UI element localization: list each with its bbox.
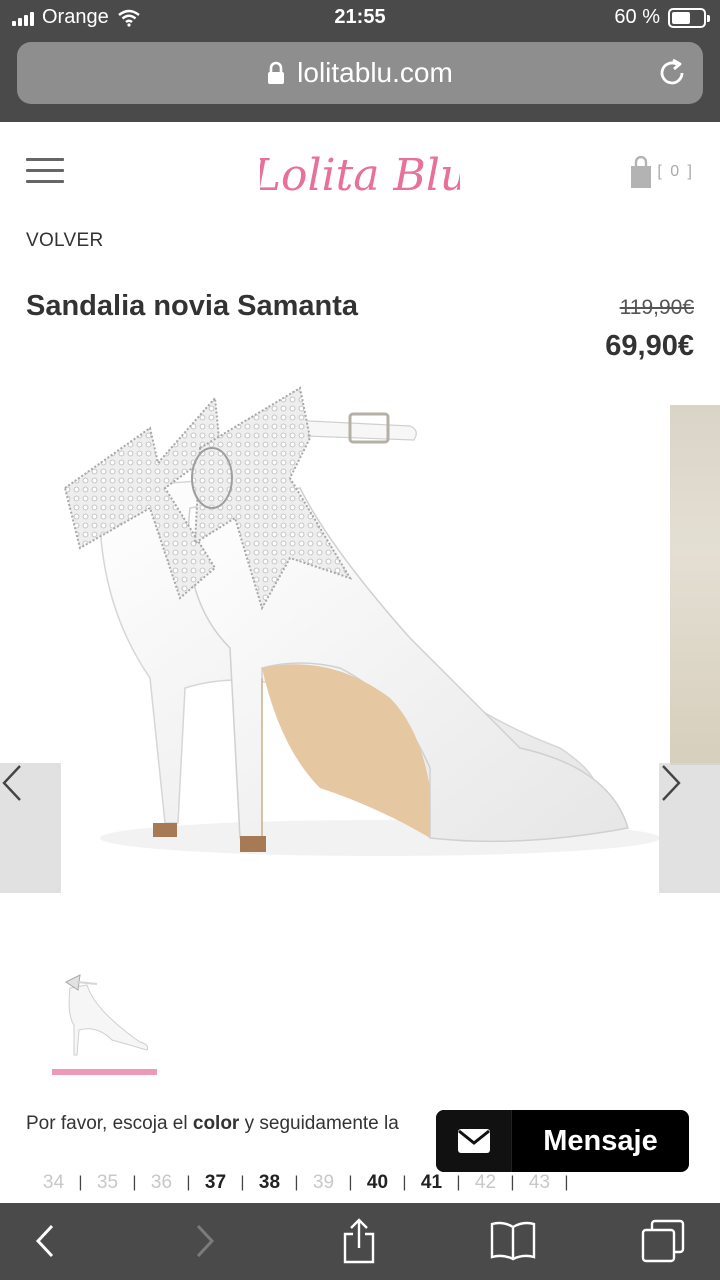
size-divider: | — [186, 1174, 191, 1191]
status-bar: Orange 21:55 60 % — [0, 0, 720, 38]
size-option-38[interactable]: 38 — [256, 1172, 283, 1194]
tabs-icon — [641, 1219, 685, 1263]
battery-group: 60 % — [614, 6, 710, 29]
message-button[interactable]: Mensaje — [436, 1110, 689, 1172]
cart-button[interactable]: [ 0 ] — [631, 156, 694, 188]
browser-forward-button[interactable] — [180, 1215, 230, 1267]
url-text: lolitablu.com — [297, 57, 453, 88]
tabs-button[interactable] — [636, 1215, 690, 1267]
size-option-43: 43 — [528, 1172, 551, 1193]
size-divider: | — [132, 1174, 137, 1191]
chevron-right-icon — [196, 1224, 215, 1258]
product-gallery[interactable] — [0, 368, 720, 928]
product-thumbnail[interactable] — [52, 970, 157, 1075]
size-divider: | — [78, 1174, 83, 1191]
message-button-label: Mensaje — [543, 1124, 658, 1157]
reload-icon[interactable] — [655, 56, 689, 90]
book-icon — [490, 1221, 536, 1261]
size-divider: | — [240, 1174, 245, 1191]
sale-price: 69,90€ — [605, 330, 694, 362]
address-bar[interactable]: lolitablu.com — [17, 42, 703, 104]
back-link[interactable]: VOLVER — [26, 230, 103, 252]
size-divider: | — [456, 1174, 461, 1191]
gallery-prev-button[interactable] — [0, 763, 61, 893]
browser-toolbar — [0, 1203, 720, 1280]
size-option-39: 39 — [312, 1172, 335, 1193]
share-button[interactable] — [334, 1215, 384, 1267]
url-display[interactable]: lolitablu.com — [17, 42, 703, 104]
clock: 21:55 — [334, 6, 386, 28]
size-divider: | — [510, 1174, 515, 1191]
site-header: Lolita Blu [ 0 ] — [0, 122, 720, 222]
browser-chrome: lolitablu.com — [0, 38, 720, 122]
size-divider: | — [348, 1174, 353, 1191]
size-divider: | — [294, 1174, 299, 1191]
chevron-left-icon — [35, 1224, 54, 1258]
chevron-left-icon — [2, 765, 21, 801]
size-divider: | — [564, 1174, 569, 1191]
thumbnail-active-indicator — [52, 1069, 157, 1075]
envelope-icon — [436, 1110, 512, 1172]
size-divider: | — [402, 1174, 407, 1191]
size-option-41[interactable]: 41 — [418, 1172, 445, 1194]
product-title: Sandalia novia Samanta — [26, 290, 359, 322]
selection-instruction: Por favor, escoja el color y seguidament… — [26, 1113, 399, 1134]
battery-percent: 60 % — [614, 6, 660, 28]
size-option-36: 36 — [150, 1172, 173, 1193]
gallery-next-button[interactable] — [659, 763, 720, 893]
battery-icon — [668, 7, 710, 28]
size-option-37[interactable]: 37 — [202, 1172, 229, 1194]
chevron-right-icon — [662, 765, 681, 801]
browser-back-button[interactable] — [20, 1215, 70, 1267]
share-icon — [343, 1218, 375, 1264]
size-option-42: 42 — [474, 1172, 497, 1193]
brand-logo[interactable]: Lolita Blu — [260, 122, 460, 212]
lock-icon — [268, 61, 285, 84]
size-option-40[interactable]: 40 — [364, 1172, 391, 1194]
bookmarks-button[interactable] — [485, 1215, 541, 1267]
size-option-34: 34 — [42, 1172, 65, 1193]
old-price: 119,90€ — [619, 296, 694, 319]
size-selector: 34 | 35 | 36 | 37 | 38 | 39 | 40 | 41 | 42 | 43 | — [40, 1172, 580, 1194]
size-option-35: 35 — [96, 1172, 119, 1193]
product-image — [63, 386, 660, 856]
next-image-peek — [670, 405, 720, 765]
svg-text:Lolita Blu: Lolita Blu — [260, 150, 460, 201]
hamburger-icon[interactable] — [26, 158, 64, 184]
cart-count: [ 0 ] — [657, 163, 694, 180]
shopping-bag-icon — [631, 156, 652, 188]
